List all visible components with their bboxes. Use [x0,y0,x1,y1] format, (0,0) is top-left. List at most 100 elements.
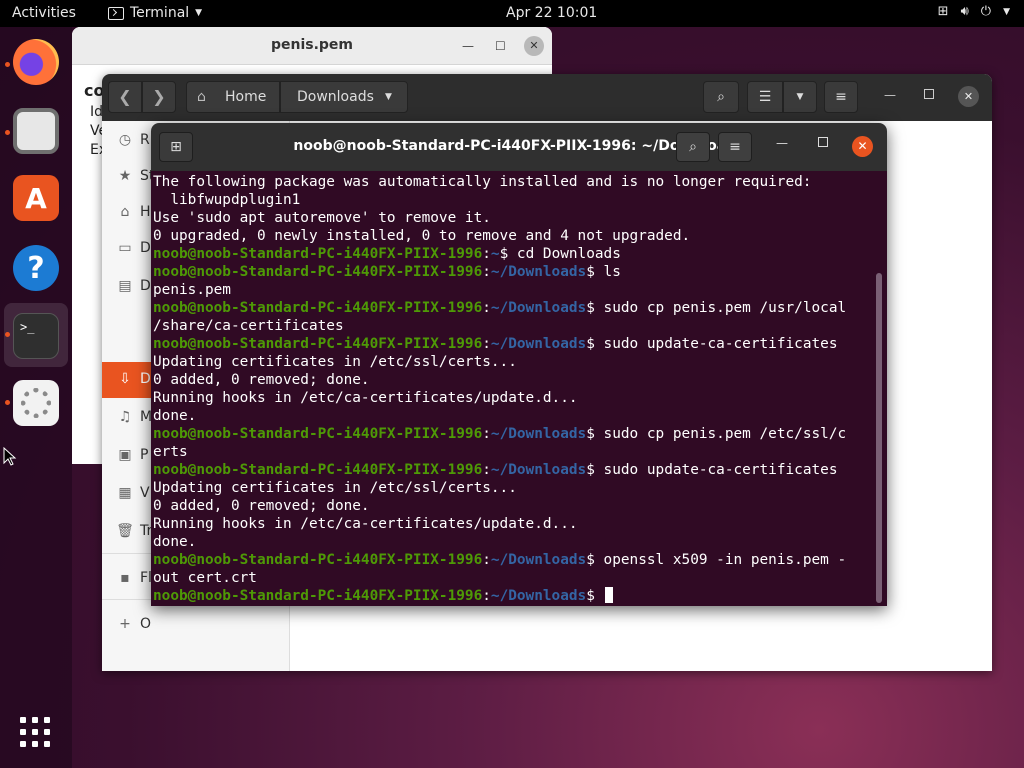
view-list-button[interactable]: ☰ [747,81,783,113]
chevron-down-icon: ▼ [1003,6,1010,17]
dock: A ? >_ [0,27,72,768]
sidebar-item-other-locations[interactable]: + O [102,607,290,643]
terminal-output-line: penis.pem [153,281,887,299]
terminal-app-icon[interactable]: >_ [13,313,59,359]
app-menu-label: Terminal [130,5,190,21]
prompt-dollar: $ [586,588,595,604]
clock[interactable]: Apr 22 10:01 [506,5,597,21]
menu-button[interactable]: ≡ [824,81,858,113]
prompt-command: cd Downloads [508,246,621,262]
prompt-dollar: $ [586,336,595,352]
hamburger-icon: ≡ [835,89,847,105]
view-options-button[interactable]: ▼ [783,81,817,113]
prompt-command [595,588,604,604]
terminal-window[interactable]: ⊞ noob@noob-Standard-PC-i440FX-PIIX-1996… [151,123,887,606]
firefox-icon[interactable] [13,39,59,85]
network-icon: ⊞ [937,4,949,19]
running-indicator [5,62,10,67]
prompt-dollar: $ [586,552,595,568]
app-menu[interactable]: Terminal ▼ [108,5,202,21]
breadcrumb-home-label: Home [225,89,267,105]
terminal-output-text: 0 upgraded, 0 newly installed, 0 to remo… [153,228,691,244]
prompt-separator: : [482,336,491,352]
system-tray[interactable]: ⊞ 🔊︎ ⏻ ▼ [938,4,1010,19]
download-icon: ⇩ [119,371,131,387]
maximize-button[interactable] [818,137,828,147]
plus-icon: + [119,616,131,632]
prompt-user-host: noob@noob-Standard-PC-i440FX-PIIX-1996 [153,588,483,604]
hamburger-icon: ≡ [729,139,741,155]
show-applications-icon[interactable] [20,717,50,747]
breadcrumb-downloads[interactable]: Downloads ▼ [280,81,408,113]
power-icon: ⏻ [980,4,992,19]
prompt-path: ~/Downloads [490,552,587,568]
search-button[interactable]: ⌕ [703,81,739,113]
terminal-output-text: 0 added, 0 removed; done. [153,372,370,388]
prompt-user-host: noob@noob-Standard-PC-i440FX-PIIX-1996 [153,246,483,262]
close-button[interactable]: ✕ [524,36,544,56]
terminal-output-text: Use 'sudo apt autoremove' to remove it. [153,210,491,226]
prompt-dollar: $ [586,462,595,478]
prompt-user-host: noob@noob-Standard-PC-i440FX-PIIX-1996 [153,552,483,568]
maximize-button[interactable]: ☐ [495,39,506,53]
sidebar-item-label: D [140,278,151,294]
sidebar-item-label: V [140,485,150,501]
terminal-menu-button[interactable]: ≡ [718,132,752,162]
search-icon: ⌕ [717,89,725,105]
terminal-scrollbar[interactable] [876,273,882,603]
terminal-output-line: libfwupdplugin1 [153,191,887,209]
video-icon: ▦ [118,485,132,501]
gear-icon [21,388,51,418]
terminal-output-text: Running hooks in /etc/ca-certificates/up… [153,516,578,532]
floppy-icon: ▪ [120,570,130,586]
files-header[interactable]: ❮ ❯ ⌂ Home Downloads ▼ ⌕ ☰ ▼ ≡ — ✕ [102,74,992,121]
prompt-user-host: noob@noob-Standard-PC-i440FX-PIIX-1996 [153,300,483,316]
prompt-dollar: $ [586,300,595,316]
prompt-path: ~ [490,246,500,262]
software-store-icon[interactable]: A [13,175,59,221]
prompt-separator: : [482,264,491,280]
prompt-command: openssl x509 -in penis.pem - [594,552,847,568]
breadcrumb-home[interactable]: ⌂ Home [186,81,280,113]
terminal-screen[interactable]: The following package was automatically … [151,171,887,606]
prompt-path: ~/Downloads [490,462,587,478]
maximize-button[interactable] [924,89,934,99]
trash-icon: 🗑︎ [116,523,134,539]
help-icon[interactable]: ? [13,245,59,291]
mouse-pointer-icon [3,447,17,466]
activities-button[interactable]: Activities [12,5,76,21]
minimize-button[interactable]: — [776,136,788,150]
terminal-header[interactable]: ⊞ noob@noob-Standard-PC-i440FX-PIIX-1996… [151,123,887,171]
terminal-prompt-line: noob@noob-Standard-PC-i440FX-PIIX-1996:~… [153,245,887,263]
close-button[interactable]: ✕ [958,86,979,107]
chevron-down-icon: ▼ [195,8,203,18]
files-icon[interactable] [13,108,59,154]
terminal-output-text: The following package was automatically … [153,174,812,190]
close-button[interactable]: ✕ [852,136,873,157]
desktop-icon: ▭ [118,240,132,256]
forward-button[interactable]: ❯ [142,81,176,113]
window-header[interactable]: penis.pem — ☐ ✕ [72,27,552,65]
back-button[interactable]: ❮ [108,81,142,113]
prompt-user-host: noob@noob-Standard-PC-i440FX-PIIX-1996 [153,462,483,478]
top-bar: Activities Terminal ▼ Apr 22 10:01 ⊞ 🔊︎ … [0,0,1024,27]
prompt-command: sudo update-ca-certificates [594,462,838,478]
sidebar-item-label: P [140,447,149,463]
prompt-separator: : [482,246,491,262]
prompt-separator: : [482,426,491,442]
terminal-search-button[interactable]: ⌕ [676,132,710,162]
terminal-output-text: done. [153,408,197,424]
prompt-dollar: $ [586,264,595,280]
minimize-button[interactable]: — [884,88,896,102]
terminal-output-line: 0 added, 0 removed; done. [153,371,887,389]
terminal-prompt-line: noob@noob-Standard-PC-i440FX-PIIX-1996:~… [153,425,887,443]
terminal-prompt-line: noob@noob-Standard-PC-i440FX-PIIX-1996:~… [153,299,887,317]
terminal-output-text: Updating certificates in /etc/ssl/certs.… [153,480,517,496]
settings-icon[interactable] [13,380,59,426]
prompt-command: sudo cp penis.pem /etc/ssl/c [594,426,847,442]
terminal-cursor [604,587,613,603]
prompt-path: ~/Downloads [490,264,587,280]
prompt-user-host: noob@noob-Standard-PC-i440FX-PIIX-1996 [153,264,483,280]
minimize-button[interactable]: — [462,39,474,53]
terminal-prompt-line: noob@noob-Standard-PC-i440FX-PIIX-1996:~… [153,551,887,569]
